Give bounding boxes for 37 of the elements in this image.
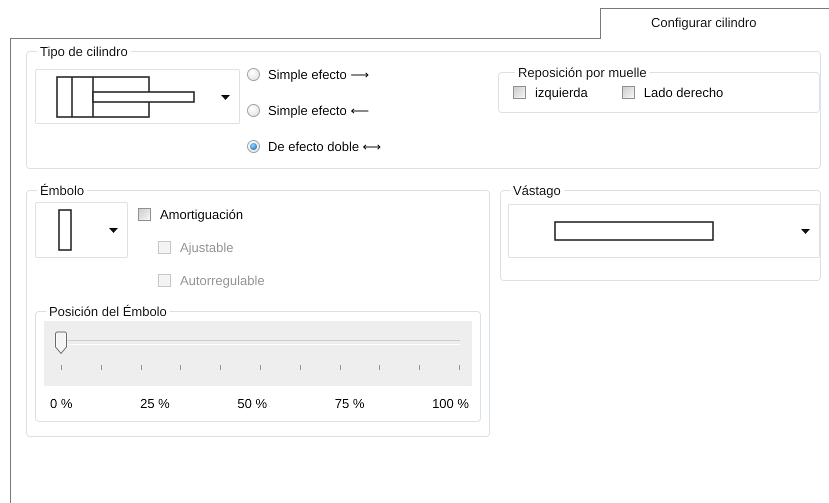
group-title: Vástago bbox=[512, 183, 562, 198]
radio-option[interactable]: Simple efecto ⟵ bbox=[247, 101, 382, 120]
checkbox-label: Amortiguación bbox=[160, 206, 244, 222]
scale-label: 25 % bbox=[140, 396, 170, 411]
piston-dropdown[interactable] bbox=[35, 202, 128, 258]
radio-label: De efecto doble ⟷ bbox=[268, 139, 382, 154]
scale-label: 0 % bbox=[50, 396, 72, 411]
group-title: Reposición por muelle bbox=[517, 65, 648, 80]
slider[interactable] bbox=[44, 321, 472, 386]
group-title: Tipo de cilindro bbox=[39, 44, 129, 59]
cylinder-dropdown[interactable] bbox=[35, 69, 240, 124]
scale-label: 75 % bbox=[334, 396, 364, 411]
scale-label: 100 % bbox=[432, 396, 469, 411]
caret-icon bbox=[801, 229, 810, 234]
checkbox-label: Lado derecho bbox=[644, 84, 724, 100]
tab[interactable]: Configurar cilindro bbox=[600, 8, 829, 39]
rod-dropdown[interactable] bbox=[508, 204, 820, 258]
piston-symbol-drawing bbox=[58, 209, 72, 251]
checkbox-label: Autorregulable bbox=[180, 272, 265, 288]
radio-button[interactable] bbox=[247, 68, 260, 81]
radio-button[interactable] bbox=[247, 104, 260, 117]
radio-label: Simple efecto ⟵ bbox=[268, 103, 370, 118]
checkbox[interactable] bbox=[622, 86, 635, 98]
checkbox[interactable] bbox=[138, 208, 151, 220]
radio-button[interactable] bbox=[247, 140, 260, 153]
group-title: Émbolo bbox=[39, 183, 86, 198]
group-title: Posición del Émbolo bbox=[48, 304, 168, 319]
caret-icon bbox=[109, 228, 118, 233]
scale-label: 50 % bbox=[237, 396, 268, 411]
checkbox[interactable] bbox=[513, 86, 526, 98]
radio-label: Simple efecto ⟶ bbox=[268, 67, 370, 82]
radio-option[interactable]: De efecto doble ⟷ bbox=[247, 137, 382, 156]
checkbox-label: Ajustable bbox=[180, 240, 234, 254]
radio-option[interactable]: Simple efecto ⟶ bbox=[247, 65, 382, 84]
caret-icon bbox=[221, 94, 230, 100]
slider-thumb[interactable] bbox=[54, 331, 68, 355]
checkbox-label: izquierda bbox=[535, 84, 588, 100]
